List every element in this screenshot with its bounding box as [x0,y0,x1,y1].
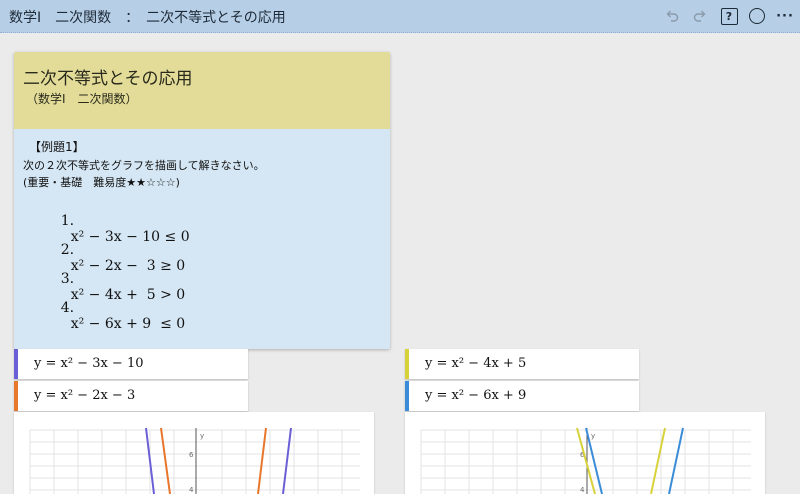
parabola-curve [160,427,171,494]
graph-canvas[interactable]: y 6 4 [405,412,765,494]
tick-label: 6 [189,451,194,459]
help-label: ? [725,9,733,23]
circle-icon [749,8,765,24]
equation-text: y = x² − 6x + 9 [425,388,527,403]
parabola-curve [257,427,267,494]
graph-panel-left[interactable]: y 6 4 [14,412,374,494]
equation-color-bar [14,381,18,411]
example-title: 【例題1】 [29,140,85,154]
undo-icon [666,10,679,22]
top-bar: 数学Ⅰ 二次関数 ： 二次不等式とその応用 ? ··· [0,0,800,33]
tick-label: 4 [189,486,194,494]
axis-label: y [200,432,204,440]
parabola-curve [650,427,666,494]
equation-row[interactable]: y = x² − 6x + 9 [405,381,639,411]
equation-text: y = x² − 2x − 3 [34,388,136,403]
graph-panel-right[interactable]: y 6 4 [405,412,765,494]
equation-row[interactable]: y = x² − 2x − 3 [14,381,248,411]
equation-color-bar [405,349,409,379]
more-icon: ··· [776,8,794,24]
lesson-card[interactable]: 二次不等式とその応用 （数学Ⅰ 二次関数） 【例題1】 次の２次不等式をグラフを… [14,52,390,349]
problem-item: 4. x² − 6x + 9 ≤ 0 [34,284,185,348]
page-title: 数学Ⅰ 二次関数 ： 二次不等式とその応用 [9,10,286,26]
equation-color-bar [14,349,18,379]
card-title: 二次不等式とその応用 [23,69,193,89]
more-button[interactable]: ··· [773,5,797,27]
equation-text: y = x² − 3x − 10 [34,356,144,371]
problem-number: 4. [60,300,75,316]
redo-button[interactable] [689,5,711,27]
redo-icon [693,10,706,22]
card-header: 二次不等式とその応用 （数学Ⅰ 二次関数） [14,52,390,129]
graph-canvas[interactable]: y 6 4 [14,412,374,494]
equation-row[interactable]: y = x² − 4x + 5 [405,349,639,379]
example-meta: (重要・基礎 難易度★★☆☆☆) [23,176,180,189]
problem-expression: x² − 6x + 9 ≤ 0 [70,316,186,332]
parabola-curve [668,427,684,494]
equation-text: y = x² − 4x + 5 [425,356,527,371]
undo-button[interactable] [661,5,683,27]
tick-label: 4 [580,486,585,494]
card-body: 【例題1】 次の２次不等式をグラフを描画して解きなさい。 (重要・基礎 難易度★… [14,129,390,349]
help-icon: ? [720,7,738,25]
help-button[interactable]: ? [718,5,740,27]
example-description: 次の２次不等式をグラフを描画して解きなさい。 [23,159,265,172]
axis-label: y [591,432,595,440]
equation-color-bar [405,381,409,411]
parabola-curve [282,427,292,494]
graph-grid [29,429,360,494]
card-subtitle: （数学Ⅰ 二次関数） [26,92,138,106]
equation-row[interactable]: y = x² − 3x − 10 [14,349,248,379]
record-button[interactable] [746,5,768,27]
